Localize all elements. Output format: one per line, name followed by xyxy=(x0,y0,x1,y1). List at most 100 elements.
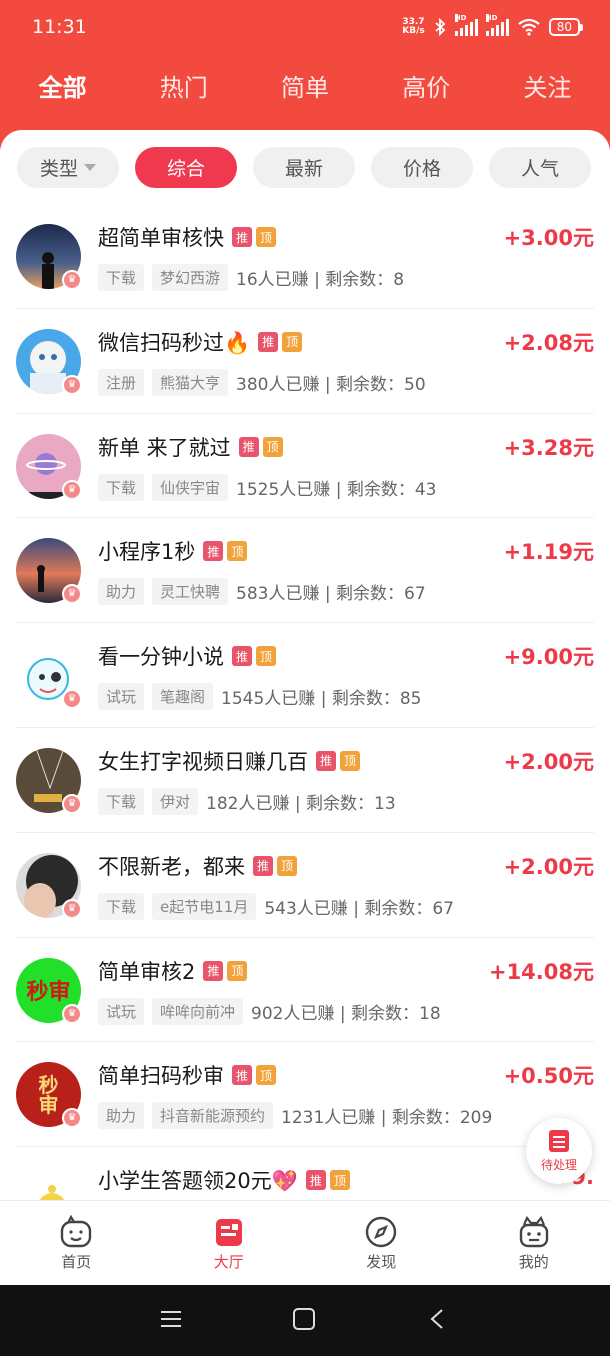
back-icon[interactable] xyxy=(426,1307,450,1331)
recommend-tag: 推 xyxy=(253,855,273,876)
nav-discover-label: 发现 xyxy=(366,1253,397,1271)
filter-bar: 类型 综合 最新 价格 人气 xyxy=(17,147,591,188)
task-row[interactable]: 秒审 ♛ 简单扫码秒审 推 顶 +0.50元 助力 抖音新能源预约 1231人已… xyxy=(16,1042,594,1148)
tab-hot[interactable]: 热门 xyxy=(123,68,244,103)
bottom-nav: 首页 大厅 发现 我的 xyxy=(0,1200,610,1285)
net-speed: 33.7 KB/s xyxy=(402,18,424,36)
task-title: 简单审核2 xyxy=(98,959,196,984)
top-tag: 顶 xyxy=(256,227,276,247)
task-row[interactable]: ♛ 微信扫码秒过🔥 推 顶 +2.08元 注册 熊猫大亨 380人已赚 | 剩余… xyxy=(16,309,594,414)
task-meta: 注册 熊猫大亨 380人已赚 | 剩余数：50 xyxy=(98,368,426,396)
task-row[interactable]: ♛ 小程序1秒 推 顶 +1.19元 助力 灵工快聘 583人已赚 | 剩余数：… xyxy=(16,518,594,624)
task-title-line: 小学生答题领20元💖 推 顶 xyxy=(98,1165,350,1195)
task-meta: 试玩 笔趣阁 1545人已赚 | 剩余数：85 xyxy=(98,683,421,711)
nav-mine[interactable]: 我的 xyxy=(458,1201,610,1285)
task-reward: +3.00元 xyxy=(503,226,594,250)
task-reward: +3.28元 xyxy=(503,435,594,460)
tab-simple[interactable]: 简单 xyxy=(244,68,365,103)
task-stats: 380人已赚 | 剩余数：50 xyxy=(236,374,426,395)
task-title: 微信扫码秒过🔥 xyxy=(98,330,251,355)
battery-icon: 80 xyxy=(548,18,584,36)
header: 11:31 33.7 KB/s HD HD 80 全部 热门 简单 高价 关注 xyxy=(0,0,610,150)
task-row[interactable]: ♛ 女生打字视频日赚几百 推 顶 +2.00元 下载 伊对 182人已赚 | 剩… xyxy=(16,728,594,833)
status-icons: 33.7 KB/s HD HD 80 xyxy=(402,14,584,36)
verified-badge-icon: ♛ xyxy=(62,898,82,919)
recommend-tag: 推 xyxy=(203,541,224,562)
filter-popularity[interactable]: 人气 xyxy=(489,147,591,188)
task-title: 看一分钟小说 xyxy=(98,645,224,670)
verified-badge-icon: ♛ xyxy=(62,689,82,710)
verified-badge-icon: ♛ xyxy=(62,1108,82,1129)
filter-type-dropdown[interactable]: 类型 xyxy=(17,147,119,188)
tab-all[interactable]: 全部 xyxy=(2,68,123,103)
task-title: 小学生答题领20元💖 xyxy=(98,1169,298,1194)
task-title: 超简单审核快 xyxy=(98,226,224,250)
hd-label-1: HD xyxy=(454,14,467,22)
task-type: 下载 xyxy=(98,264,145,291)
task-list: ♛ 超简单审核快 推 顶 +3.00元 下载 梦幻西游 16人已赚 | 剩余数：… xyxy=(0,204,610,1200)
top-tag: 顶 xyxy=(340,750,360,771)
task-avatar xyxy=(16,1167,81,1200)
task-meta: 下载 伊对 182人已赚 | 剩余数：13 xyxy=(98,787,396,815)
task-reward: +14.08元 xyxy=(488,959,594,984)
verified-badge-icon: ♛ xyxy=(62,1003,82,1024)
task-reward: +0.50元 xyxy=(503,1064,594,1089)
filter-overall[interactable]: 综合 xyxy=(135,147,237,188)
filter-newest[interactable]: 最新 xyxy=(253,147,355,188)
task-type: 试玩 xyxy=(98,997,145,1025)
task-app: 梦幻西游 xyxy=(152,264,229,291)
task-reward: +1.19元 xyxy=(503,540,594,565)
caret-down-icon xyxy=(84,164,96,171)
task-title: 女生打字视频日赚几百 xyxy=(98,749,308,774)
tab-following[interactable]: 关注 xyxy=(487,68,608,103)
avatar-text: 秒审 xyxy=(38,1072,59,1117)
verified-badge-icon: ♛ xyxy=(62,584,82,605)
tab-high-price[interactable]: 高价 xyxy=(366,68,487,103)
task-reward: +2.00元 xyxy=(503,854,594,879)
pending-tasks-button[interactable]: 待处理 xyxy=(526,1118,592,1184)
task-row[interactable]: ♛ 不限新老，都来 推 顶 +2.00元 下载 e起节电11月 543人已赚 |… xyxy=(16,833,594,938)
task-type: 下载 xyxy=(98,892,145,920)
task-row[interactable]: ♛ 超简单审核快 推 顶 +3.00元 下载 梦幻西游 16人已赚 | 剩余数：… xyxy=(16,204,594,309)
task-type: 助力 xyxy=(98,1102,145,1130)
task-app: 仙侠宇宙 xyxy=(152,473,229,501)
recommend-tag: 推 xyxy=(238,436,259,457)
task-reward: +9.00元 xyxy=(503,645,594,670)
task-app: 伊对 xyxy=(152,787,199,815)
top-tag: 顶 xyxy=(262,436,283,457)
nav-hall-label: 大厅 xyxy=(213,1253,244,1271)
task-type: 试玩 xyxy=(98,683,145,711)
system-nav-bar xyxy=(0,1285,610,1356)
verified-badge-icon: ♛ xyxy=(62,270,82,290)
top-tag: 顶 xyxy=(282,331,303,352)
task-title: 小程序1秒 xyxy=(98,540,196,565)
task-type: 下载 xyxy=(98,787,145,815)
home-square-icon[interactable] xyxy=(292,1307,316,1331)
task-meta: 助力 抖音新能源预约 1231人已赚 | 剩余数：209 xyxy=(98,1102,492,1130)
nav-discover[interactable]: 发现 xyxy=(305,1201,457,1285)
task-app: 灵工快聘 xyxy=(152,578,229,606)
nav-home[interactable]: 首页 xyxy=(0,1201,152,1285)
filter-price[interactable]: 价格 xyxy=(371,147,473,188)
verified-badge-icon: ♛ xyxy=(62,479,82,500)
verified-badge-icon: ♛ xyxy=(62,374,82,395)
nav-hall[interactable]: 大厅 xyxy=(153,1201,305,1285)
task-app: 哞哞向前冲 xyxy=(152,997,244,1025)
filter-type-label: 类型 xyxy=(39,158,78,180)
pending-label: 待处理 xyxy=(540,1157,577,1172)
task-row[interactable]: 小学生答题领20元💖 推 顶 +9. xyxy=(16,1147,594,1200)
recommend-tag: 推 xyxy=(232,227,252,247)
task-title: 新单 来了就过 xyxy=(98,435,231,460)
task-row[interactable]: ♛ 新单 来了就过 推 顶 +3.28元 下载 仙侠宇宙 1525人已赚 | 剩… xyxy=(16,414,594,519)
hall-icon xyxy=(215,1219,242,1246)
task-title-line: 简单审核2 推 顶 xyxy=(98,956,248,986)
menu-icon[interactable] xyxy=(159,1307,183,1331)
top-tag: 顶 xyxy=(256,646,276,667)
task-stats: 583人已赚 | 剩余数：67 xyxy=(236,584,426,605)
top-tag: 顶 xyxy=(277,855,297,876)
task-row[interactable]: ♛ 看一分钟小说 推 顶 +9.00元 试玩 笔趣阁 1545人已赚 | 剩余数… xyxy=(16,623,594,728)
task-title-line: 简单扫码秒审 推 顶 xyxy=(98,1060,276,1090)
status-bar: 11:31 33.7 KB/s HD HD 80 xyxy=(0,14,610,44)
task-row[interactable]: 秒审 ♛ 简单审核2 推 顶 +14.08元 试玩 哞哞向前冲 902人已赚 |… xyxy=(16,938,594,1043)
task-title-line: 超简单审核快 推 顶 xyxy=(98,222,276,252)
